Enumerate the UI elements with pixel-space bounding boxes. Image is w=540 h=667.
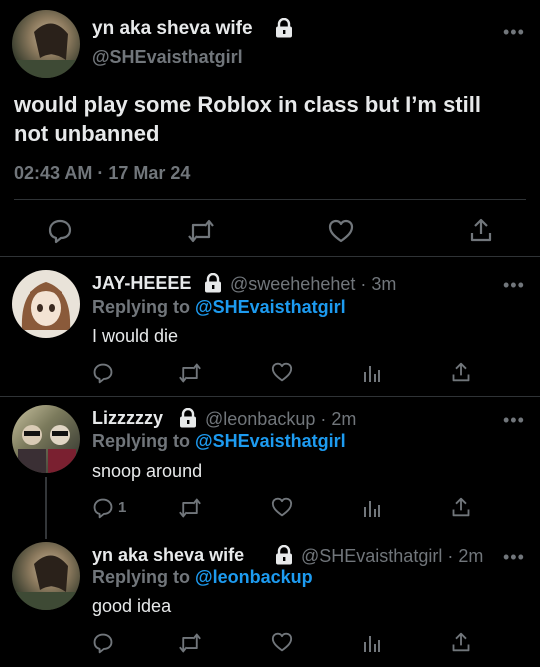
avatar-portrait-icon — [18, 425, 76, 473]
reply-1-text: I would die — [92, 326, 179, 346]
avatar-portrait-icon — [21, 282, 71, 330]
main-handle[interactable]: @SHEvaisthatgirl — [92, 47, 243, 68]
like-icon[interactable] — [271, 632, 293, 652]
like-icon[interactable] — [271, 362, 293, 382]
main-timestamp[interactable]: 02:43 AM · 17 Mar 24 — [14, 163, 190, 184]
main-display-name[interactable]: yn aka sheva wife — [92, 18, 253, 40]
more-icon[interactable]: ••• — [503, 276, 525, 294]
retweet-icon[interactable] — [178, 362, 202, 384]
retweet-icon[interactable] — [178, 632, 202, 654]
more-icon[interactable]: ••• — [503, 411, 525, 429]
like-icon[interactable] — [271, 497, 293, 517]
reply-2-replying-line: Replying to @SHEvaisthatgirl — [92, 431, 346, 452]
avatar-portrait-icon — [12, 555, 80, 610]
avatar-reply-3[interactable] — [12, 542, 80, 610]
reply-2-handle-time[interactable]: @leonbackup · 2m — [205, 409, 356, 430]
reply-icon[interactable] — [92, 362, 114, 384]
reply-3-replying-line: Replying to @leonbackup — [92, 567, 313, 588]
more-icon[interactable]: ••• — [503, 548, 525, 566]
share-icon[interactable] — [451, 631, 471, 653]
share-icon[interactable] — [469, 217, 493, 243]
reply-2-text: snoop around — [92, 461, 203, 481]
replying-to-link[interactable]: @leonbackup — [195, 567, 313, 587]
replying-to-link[interactable]: @SHEvaisthatgirl — [195, 297, 346, 317]
thread-connector-line — [45, 477, 47, 539]
replying-to-label: Replying to — [92, 431, 190, 451]
reply-icon[interactable] — [92, 497, 114, 519]
divider — [14, 199, 526, 200]
views-icon[interactable] — [362, 497, 382, 519]
divider — [0, 396, 540, 397]
replying-to-label: Replying to — [92, 567, 190, 587]
more-icon[interactable]: ••• — [503, 23, 525, 41]
lock-icon — [275, 18, 293, 38]
replying-to-label: Replying to — [92, 297, 190, 317]
main-tweet-text: would play some Roblox in class but I’m … — [14, 92, 481, 146]
reply-icon[interactable] — [47, 218, 73, 244]
retweet-icon[interactable] — [187, 218, 215, 244]
reply-icon[interactable] — [92, 632, 114, 654]
views-icon[interactable] — [362, 632, 382, 654]
avatar-reply-2[interactable] — [12, 405, 80, 473]
reply-3-handle-time[interactable]: @SHEvaisthatgirl · 2m — [301, 546, 483, 567]
reply-3-display-name[interactable]: yn aka sheva wife — [92, 545, 244, 566]
reply-1-replying-line: Replying to @SHEvaisthatgirl — [92, 297, 346, 318]
reply-2-display-name[interactable]: Lizzzzzy — [92, 408, 163, 429]
replying-to-link[interactable]: @SHEvaisthatgirl — [195, 431, 346, 451]
reply-1-handle-time[interactable]: @sweehehehet · 3m — [230, 274, 396, 295]
reply-3-text: good idea — [92, 596, 172, 616]
retweet-icon[interactable] — [178, 497, 202, 519]
share-icon[interactable] — [451, 361, 471, 383]
lock-icon — [179, 408, 197, 428]
lock-icon — [275, 545, 293, 565]
lock-icon — [204, 273, 222, 293]
avatar-portrait-icon — [12, 23, 80, 78]
like-icon[interactable] — [328, 219, 354, 243]
share-icon[interactable] — [451, 496, 471, 518]
views-icon[interactable] — [362, 362, 382, 384]
reply-count: 1 — [118, 499, 127, 516]
divider — [0, 256, 540, 257]
reply-1-display-name[interactable]: JAY-HEEEE — [92, 273, 191, 294]
avatar-main[interactable] — [12, 10, 80, 78]
avatar-reply-1[interactable] — [12, 270, 80, 338]
